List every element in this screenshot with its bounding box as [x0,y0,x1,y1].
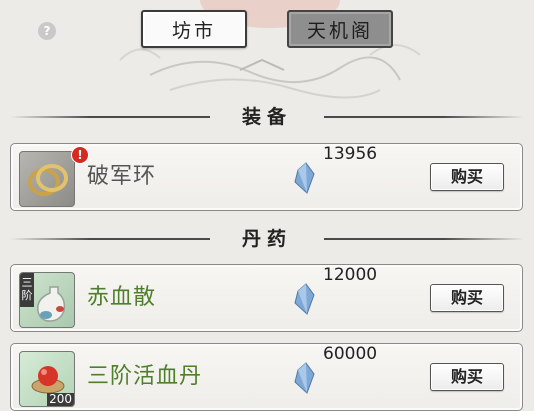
tier-badge: 三阶 [20,273,34,307]
tab-tianji-pavilion[interactable]: 天机阁 [287,10,393,48]
help-icon[interactable]: ? [38,22,56,40]
item-name: 破军环 [87,164,157,189]
spirit-crystal-icon [294,362,315,394]
spirit-crystal-icon [294,283,315,315]
ink-wash-background [119,0,421,99]
shop-item-row: 三阶 赤血散 12000 购买 [10,264,523,332]
buy-button[interactable]: 购买 [430,363,504,391]
divider-line [324,238,524,240]
medicine-bottle-icon: 三阶 [19,272,75,328]
bronze-rings-icon [19,151,75,207]
section-header-equipment: 装备 [0,104,534,130]
item-name: 赤血散 [87,285,157,310]
item-name: 三阶活血丹 [87,364,203,389]
item-price: 12000 [323,265,378,285]
spirit-crystal-icon [294,162,315,194]
tab-market[interactable]: 坊市 [141,10,247,48]
red-pill-icon: 200 [19,351,75,407]
shop-item-row: ! 破军环 13956 购买 [10,143,523,211]
buy-button[interactable]: 购买 [430,163,504,191]
shop-item-row: 200 三阶活血丹 60000 购买 [10,343,523,411]
divider-line [324,116,524,118]
buy-button[interactable]: 购买 [430,284,504,312]
item-price: 60000 [323,344,378,364]
section-header-pills: 丹药 [0,226,534,252]
item-price: 13956 [323,144,378,164]
